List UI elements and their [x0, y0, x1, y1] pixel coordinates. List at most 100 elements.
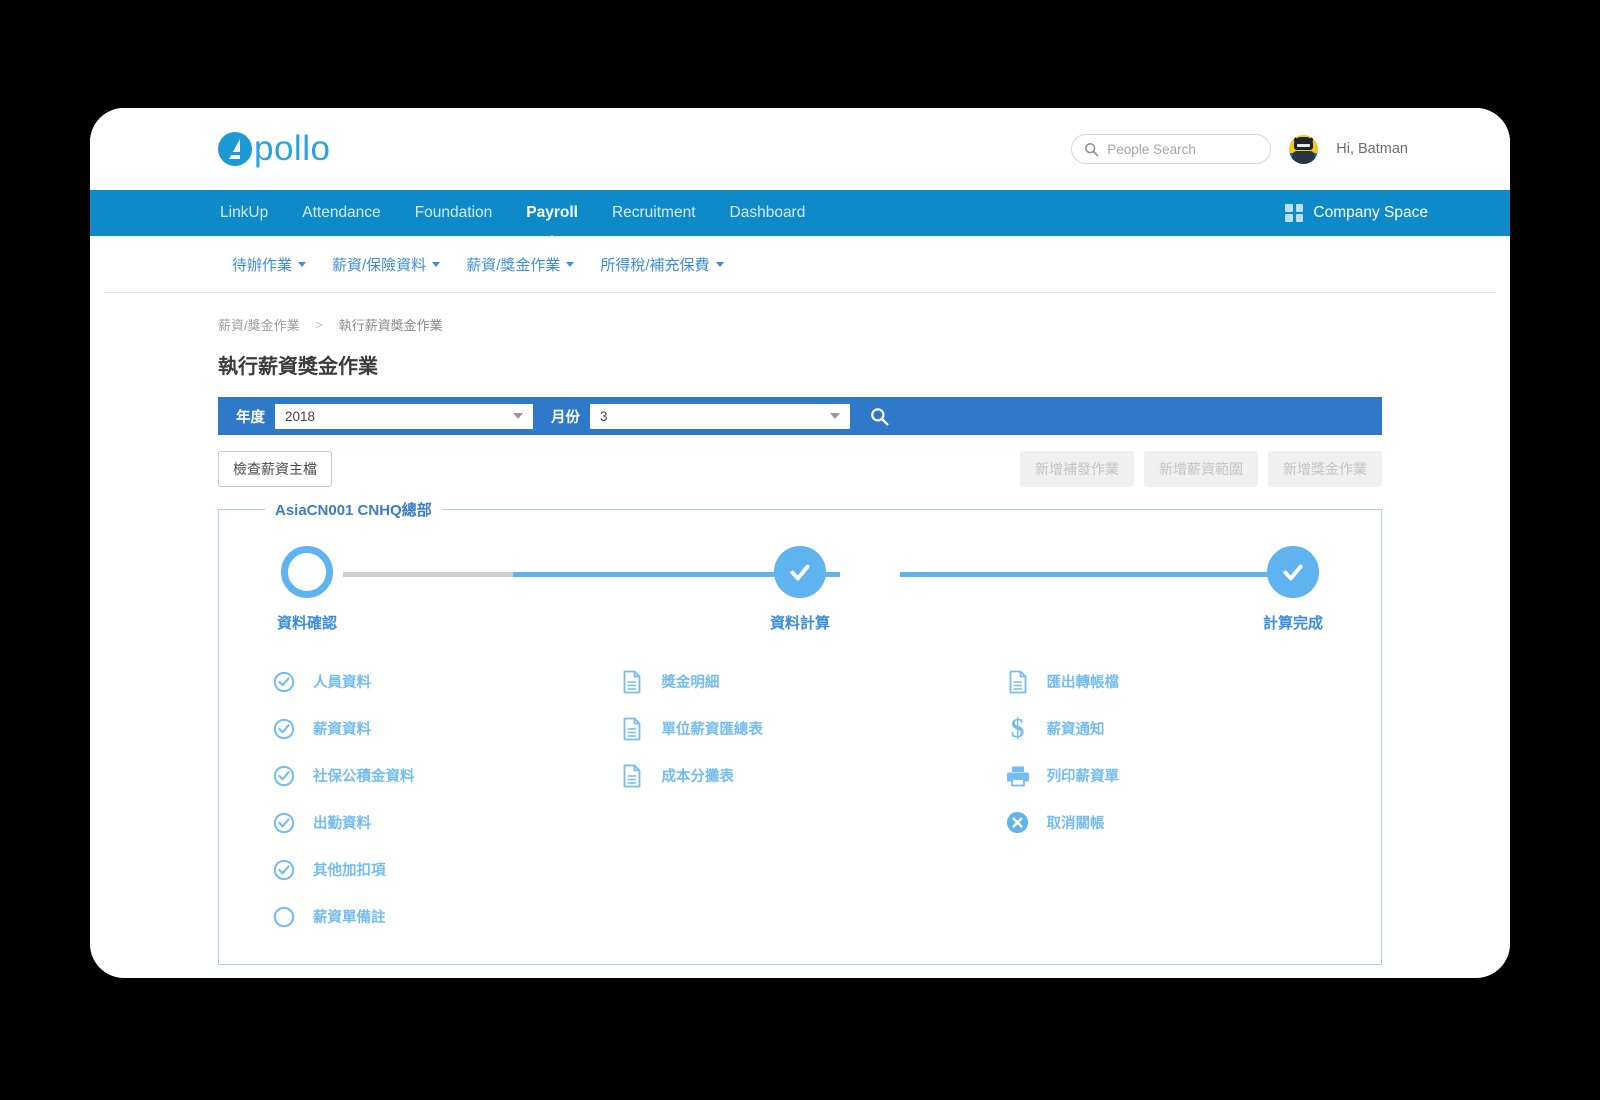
filter-bar: 年度 2018 月份 3 [218, 397, 1382, 435]
nav-item-recruitment[interactable]: Recruitment [610, 198, 698, 228]
chevron-down-icon [715, 261, 724, 267]
breadcrumb-current: 執行薪資獎金作業 [338, 318, 443, 333]
task-item-print-payslip[interactable]: 列印薪資單 [1005, 752, 1353, 799]
brand-logo[interactable]: pollo [218, 129, 330, 169]
step-1-circle[interactable] [281, 546, 333, 598]
task-item-unit-salary-summary[interactable]: 單位薪資匯總表 [619, 705, 1004, 752]
chevron-down-icon [566, 261, 575, 267]
task-item-label: 其他加扣項 [313, 863, 386, 879]
task-item-salary-notification[interactable]: $ 薪資通知 [1005, 705, 1353, 752]
step-3-circle[interactable] [1267, 546, 1319, 598]
avatar[interactable] [1289, 134, 1319, 164]
apollo-logo-icon [218, 132, 252, 166]
main-navigation: LinkUp Attendance Foundation Payroll Rec… [90, 190, 1510, 236]
grid-icon [1285, 204, 1304, 222]
task-item-label: 薪資單備註 [313, 910, 386, 926]
search-icon [871, 407, 889, 426]
add-salary-range-button: 新增薪資範圍 [1144, 451, 1258, 487]
main-content: 薪資/獎金作業 > 執行薪資獎金作業 執行薪資獎金作業 年度 2018 月份 3 [90, 293, 1510, 965]
nav-item-dashboard[interactable]: Dashboard [728, 198, 808, 228]
task-item-attendance-data[interactable]: 出勤資料 [271, 799, 619, 846]
submenu-item-label: 所得稅/補充保費 [600, 256, 710, 274]
nav-item-attendance[interactable]: Attendance [300, 198, 382, 228]
nav-item-foundation[interactable]: Foundation [413, 198, 495, 228]
task-item-cancel-closing[interactable]: 取消關帳 [1005, 799, 1353, 846]
right-button-group: 新增補發作業 新增薪資範圍 新增獎金作業 [1020, 451, 1382, 487]
month-select[interactable]: 3 [590, 403, 850, 429]
year-label: 年度 [236, 409, 265, 426]
people-search-box[interactable] [1071, 134, 1272, 164]
task-item-label: 獎金明細 [661, 675, 720, 691]
search-icon [1085, 142, 1099, 156]
check-icon [1283, 564, 1303, 581]
user-greeting: Hi, Batman [1336, 141, 1408, 157]
submenu-item-label: 待辦作業 [232, 256, 293, 274]
check-circle-icon [271, 859, 297, 881]
top-header: pollo Hi, Batman [90, 108, 1510, 190]
header-right-group: Hi, Batman [1071, 134, 1490, 164]
submenu-item-label: 薪資/保險資料 [332, 256, 427, 274]
submenu-item-todo[interactable]: 待辦作業 [232, 254, 307, 275]
page-title: 執行薪資獎金作業 [218, 356, 378, 378]
check-circle-icon [271, 671, 297, 693]
task-item-cost-allocation[interactable]: 成本分攤表 [619, 752, 1004, 799]
company-space-label: Company Space [1313, 204, 1428, 221]
add-supplement-task-button: 新增補發作業 [1020, 451, 1134, 487]
action-row: 檢查薪資主檔 新增補發作業 新增薪資範圍 新增獎金作業 [218, 451, 1382, 487]
task-item-payslip-remark[interactable]: 薪資單備註 [271, 893, 619, 940]
year-select[interactable]: 2018 [275, 403, 533, 429]
search-button[interactable] [860, 407, 899, 426]
printer-icon [1005, 765, 1031, 787]
chevron-down-icon [432, 261, 441, 267]
submenu-item-salary-bonus[interactable]: 薪資/獎金作業 [466, 254, 575, 275]
progress-stepper: 資料確認 資料計算 計算完成 [247, 546, 1353, 632]
task-item-other-adjustments[interactable]: 其他加扣項 [271, 846, 619, 893]
submenu-item-label: 薪資/獎金作業 [466, 256, 561, 274]
task-item-social-insurance-data[interactable]: 社保公積金資料 [271, 752, 619, 799]
breadcrumb: 薪資/獎金作業 > 執行薪資獎金作業 [218, 315, 1382, 334]
breadcrumb-parent[interactable]: 薪資/獎金作業 [218, 315, 300, 334]
chevron-down-icon [298, 261, 307, 267]
chevron-down-icon [830, 413, 840, 419]
task-item-label: 匯出轉帳檔 [1046, 675, 1120, 691]
task-item-personnel-data[interactable]: 人員資料 [271, 658, 619, 705]
document-icon [619, 717, 645, 741]
sub-navigation: 待辦作業 薪資/保險資料 薪資/獎金作業 所得稅/補充保費 [104, 236, 1496, 293]
task-item-label: 列印薪資單 [1046, 769, 1120, 785]
month-select-value: 3 [600, 408, 608, 424]
task-item-label: 成本分攤表 [661, 769, 734, 785]
task-item-bonus-detail[interactable]: 獎金明細 [619, 658, 1004, 705]
step-circle-group [247, 546, 1353, 598]
nav-item-payroll[interactable]: Payroll [524, 198, 580, 228]
check-salary-master-button[interactable]: 檢查薪資主檔 [218, 451, 332, 487]
cancel-circle-icon [1005, 811, 1031, 834]
task-item-export-transfer-file[interactable]: 匯出轉帳檔 [1005, 658, 1353, 705]
task-column-data-calculation: 獎金明細 單位薪資匯總表 成本分攤表 [619, 658, 1004, 940]
document-icon [1005, 670, 1031, 694]
company-space-button[interactable]: Company Space [1285, 204, 1428, 222]
organization-panel: AsiaCN001 CNHQ總部 資料確認 資料計算 計算完成 人員資料 薪資資… [218, 499, 1382, 965]
step-3-label: 計算完成 [1262, 615, 1323, 632]
submenu-item-salary-insurance[interactable]: 薪資/保險資料 [332, 254, 441, 275]
submenu-item-income-tax[interactable]: 所得稅/補充保費 [600, 254, 724, 275]
step-2-circle[interactable] [774, 546, 826, 598]
task-item-salary-data[interactable]: 薪資資料 [271, 705, 619, 752]
chevron-down-icon [513, 413, 523, 419]
month-label: 月份 [551, 409, 580, 426]
search-input[interactable] [1107, 141, 1259, 157]
add-bonus-task-button: 新增獎金作業 [1268, 451, 1382, 487]
task-item-label: 取消關帳 [1046, 816, 1105, 832]
breadcrumb-separator: > [315, 317, 323, 332]
task-column-calculation-complete: 匯出轉帳檔 $ 薪資通知 列印薪資單 取消關帳 [1005, 658, 1353, 940]
dollar-icon: $ [1010, 713, 1025, 743]
task-item-label: 薪資通知 [1046, 722, 1105, 738]
task-columns: 人員資料 薪資資料 社保公積金資料 出勤資料 其他加扣項 薪資單備註 獎金明細 … [247, 658, 1353, 940]
app-window: pollo Hi, Batman LinkUp Attendance [90, 108, 1510, 978]
task-column-data-confirm: 人員資料 薪資資料 社保公積金資料 出勤資料 其他加扣項 薪資單備註 [271, 658, 619, 940]
document-icon [619, 764, 645, 788]
task-item-label: 出勤資料 [313, 816, 371, 832]
empty-circle-icon [271, 906, 297, 928]
step-label-group: 資料確認 資料計算 計算完成 [247, 612, 1353, 633]
check-circle-icon [271, 812, 297, 834]
nav-item-linkup[interactable]: LinkUp [218, 198, 270, 228]
